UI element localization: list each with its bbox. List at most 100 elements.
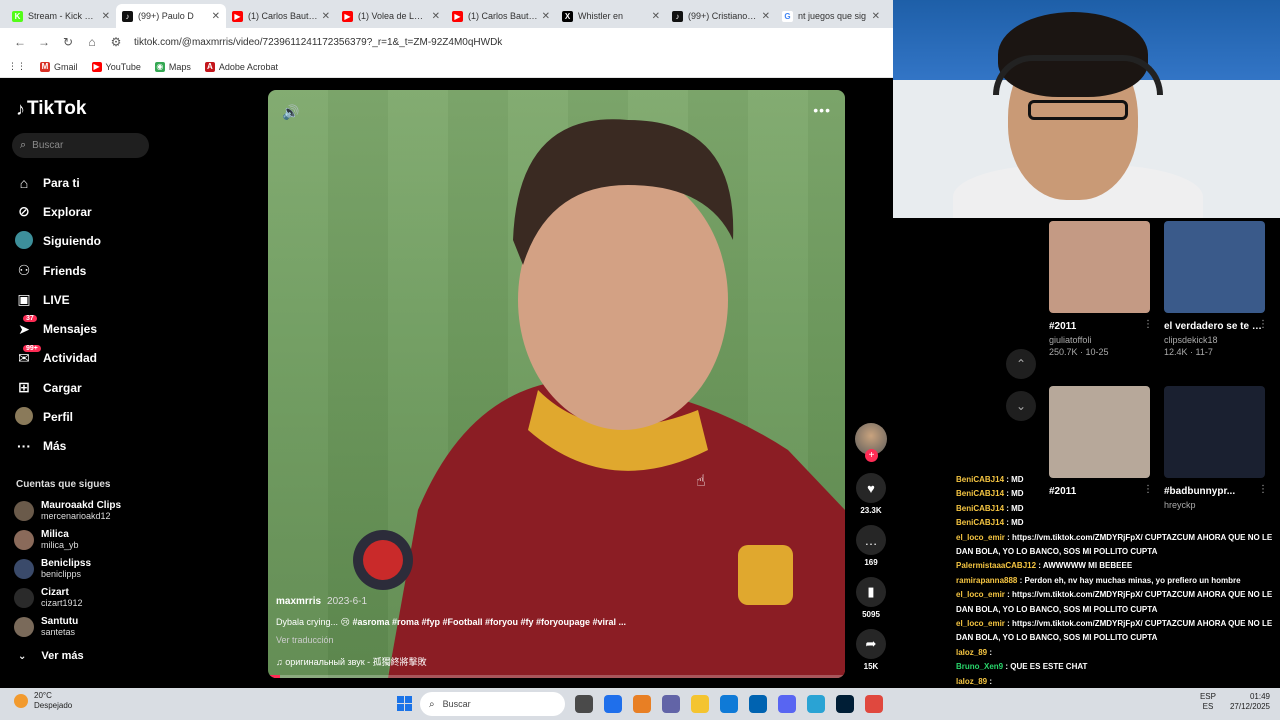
share-icon[interactable]: ➦ — [856, 629, 886, 659]
recommended-video-card[interactable]: #2011 giuliatoffoli 250.7K · 10-25 ⋮ — [1049, 221, 1159, 357]
tab-close-icon[interactable]: ✕ — [542, 11, 550, 22]
tiktok-logo[interactable]: ♪ TikTok — [16, 98, 86, 120]
language-indicator[interactable]: ESP ES — [1200, 692, 1216, 712]
chat-username[interactable]: el_loco_emir — [956, 590, 1005, 599]
following-item[interactable]: Milica milica_yb — [14, 525, 164, 554]
recommended-video-card[interactable]: el verdadero se te borro la sonrisa ... c… — [1164, 221, 1274, 357]
tab-close-icon[interactable]: ✕ — [322, 11, 330, 22]
tab-7[interactable]: Gnt juegos que sig ✕ — [776, 4, 886, 28]
video-hashtags[interactable]: #asroma #roma #fyp #Football #foryou #fy… — [352, 617, 626, 627]
chat-username[interactable]: BeniCABJ14 — [956, 504, 1004, 513]
chevron-down-nav-icon[interactable]: ⌄ — [1006, 391, 1036, 421]
sidebar-item-2[interactable]: Siguiendo — [14, 227, 164, 256]
task-view-icon[interactable] — [575, 695, 593, 713]
following-item[interactable]: Cizart cizart1912 — [14, 583, 164, 612]
tab-close-icon[interactable]: ✕ — [212, 11, 220, 22]
chat-username[interactable]: BeniCABJ14 — [956, 518, 1004, 527]
video-progress-bar[interactable] — [268, 675, 845, 678]
see-translation-link[interactable]: Ver traducción — [276, 635, 756, 645]
tab-close-icon[interactable]: ✕ — [762, 11, 770, 22]
more-options-icon[interactable]: ••• — [813, 102, 831, 118]
tab-close-icon[interactable]: ✕ — [872, 11, 880, 22]
bookmark-icon[interactable]: ▮ — [856, 577, 886, 607]
chat-username[interactable]: BeniCABJ14 — [956, 489, 1004, 498]
volume-icon[interactable]: 🔊 — [282, 104, 299, 121]
discord-icon[interactable] — [778, 695, 796, 713]
windows-start-icon[interactable] — [397, 696, 412, 711]
card-more-icon[interactable]: ⋮ — [1143, 319, 1153, 330]
tab-6[interactable]: ♪ (99+) Cristiano Ro ✕ — [666, 4, 776, 28]
weather-widget[interactable]: 20°C Despejado — [14, 691, 72, 711]
comment-icon[interactable]: … — [856, 525, 886, 555]
follow-plus-icon[interactable]: + — [865, 449, 878, 462]
tab-4[interactable]: ▶ (1) Carlos Baute & ✕ — [446, 4, 556, 28]
sidebar-item-6[interactable]: ✉ 99+ Actividad — [14, 344, 164, 373]
chat-username[interactable]: laloz_89 — [956, 677, 987, 686]
card-author: clipsdekick18 — [1164, 335, 1218, 345]
copilot-icon[interactable] — [633, 695, 651, 713]
sidebar-item-9[interactable]: ··· Más — [14, 432, 164, 461]
search-input[interactable] — [32, 140, 133, 151]
reload-icon[interactable]: ↻ — [56, 35, 80, 49]
video-thumbnail[interactable] — [1049, 221, 1150, 313]
taskbar-search[interactable]: ⌕ Buscar — [420, 692, 565, 716]
bookmark-0[interactable]: M Gmail — [40, 61, 78, 72]
chat-username[interactable]: PalermistaaaCABJ12 — [956, 561, 1036, 570]
chat-separator: : — [1004, 619, 1013, 629]
bookmark-1[interactable]: ▶ YouTube — [91, 61, 141, 72]
teams-icon[interactable] — [662, 695, 680, 713]
video-sound[interactable]: ♫ оригинальный звук - 孤獨終將擊敗 — [276, 655, 756, 668]
apps-icon[interactable]: ⋮⋮ — [8, 61, 26, 72]
app-icon[interactable] — [807, 695, 825, 713]
following-item[interactable]: Beniclipss beniclipps — [14, 554, 164, 583]
tab-close-icon[interactable]: ✕ — [652, 11, 660, 22]
card-more-icon[interactable]: ⋮ — [1258, 319, 1268, 330]
sidebar-item-7[interactable]: ⊞ Cargar — [14, 373, 164, 402]
site-info-icon[interactable]: ⚙ — [104, 35, 128, 49]
sidebar-item-4[interactable]: ▣ LIVE — [14, 285, 164, 314]
tab-close-icon[interactable]: ✕ — [432, 11, 440, 22]
search-box[interactable]: ⌕ — [12, 133, 149, 158]
video-thumbnail[interactable] — [1164, 386, 1265, 478]
tab-close-icon[interactable]: ✕ — [102, 11, 110, 22]
see-more-button[interactable]: ⌄ Ver más — [18, 650, 84, 662]
sidebar-item-0[interactable]: ⌂ Para ti — [14, 168, 164, 197]
chat-username[interactable]: el_loco_emir — [956, 533, 1005, 542]
back-icon[interactable]: ← — [8, 35, 32, 49]
following-item[interactable]: Santutu santetas — [14, 612, 164, 641]
tab-5[interactable]: X Whistler en ✕ — [556, 4, 666, 28]
photoshop-icon[interactable] — [836, 695, 854, 713]
chat-username[interactable]: laloz_89 — [956, 648, 987, 657]
video-thumbnail[interactable] — [1049, 386, 1150, 478]
edge-icon[interactable] — [720, 695, 738, 713]
clock[interactable]: 01:49 27/12/2025 — [1230, 692, 1270, 712]
url-field[interactable]: tiktok.com/@maxmrris/video/7239611241172… — [134, 37, 502, 48]
bookmark-3[interactable]: A Adobe Acrobat — [204, 61, 278, 72]
file-explorer-icon[interactable] — [691, 695, 709, 713]
sidebar-item-8[interactable]: Perfil — [14, 402, 164, 431]
bookmark-2[interactable]: ◉ Maps — [154, 61, 191, 72]
sidebar-item-3[interactable]: ⚇ Friends — [14, 256, 164, 285]
creator-avatar[interactable]: + — [855, 423, 887, 462]
video-player[interactable]: 🔊 ••• ☝ maxmrris 2023-6-1 Dybala crying..… — [268, 90, 845, 678]
video-thumbnail[interactable] — [1164, 221, 1265, 313]
chrome-icon[interactable] — [865, 695, 883, 713]
widgets-icon[interactable] — [604, 695, 622, 713]
tab-3[interactable]: ▶ (1) Volea de Luca: ✕ — [336, 4, 446, 28]
home-button-icon[interactable]: ⌂ — [80, 35, 104, 49]
chevron-up-icon[interactable]: ⌃ — [1006, 349, 1036, 379]
following-item[interactable]: Mauroaakd Clips mercenarioakd12 — [14, 496, 164, 525]
chat-username[interactable]: ramirapanna888 — [956, 576, 1017, 585]
tab-0[interactable]: K Stream - Kick Da: ✕ — [6, 4, 116, 28]
chat-username[interactable]: Bruno_Xen9 — [956, 662, 1003, 671]
video-author[interactable]: maxmrris 2023-6-1 — [276, 596, 756, 607]
sidebar-item-1[interactable]: ⊘ Explorar — [14, 197, 164, 226]
store-icon[interactable] — [749, 695, 767, 713]
like-heart-icon[interactable]: ♥ — [856, 473, 886, 503]
chat-username[interactable]: el_loco_emir — [956, 619, 1005, 628]
chat-username[interactable]: BeniCABJ14 — [956, 475, 1004, 484]
tab-1[interactable]: ♪ (99+) Paulo D ✕ — [116, 4, 226, 28]
sidebar-item-5[interactable]: ➤ 37 Mensajes — [14, 314, 164, 343]
tab-2[interactable]: ▶ (1) Carlos Baute & ✕ — [226, 4, 336, 28]
forward-icon[interactable]: → — [32, 35, 56, 49]
